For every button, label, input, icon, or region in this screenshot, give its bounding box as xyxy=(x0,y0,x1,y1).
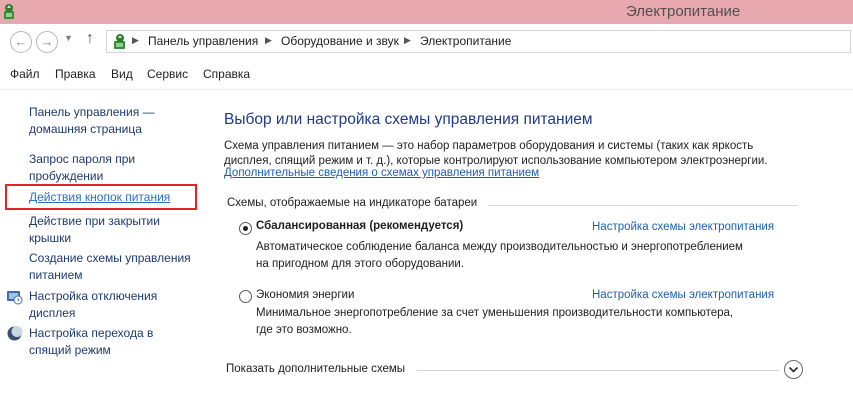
arrow-left-icon: ← xyxy=(14,34,28,49)
sidebar-item-display-off[interactable]: Настройка отключения дисплея xyxy=(29,288,157,322)
menu-view[interactable]: Вид xyxy=(111,67,133,81)
divider xyxy=(417,370,779,371)
expand-button[interactable] xyxy=(784,360,803,379)
chevron-right-icon[interactable]: ▶ xyxy=(132,35,139,46)
page-description: Схема управления питанием — это набор па… xyxy=(224,140,768,167)
menu-file[interactable]: Файл xyxy=(10,67,40,81)
plan-power-saver-label[interactable]: Экономия энергии xyxy=(256,289,354,301)
chevron-down-icon xyxy=(788,366,799,373)
sidebar-item-sleep[interactable]: Настройка перехода в спящий режим xyxy=(29,325,153,359)
back-button[interactable]: ← xyxy=(10,31,32,53)
arrow-right-icon: → xyxy=(40,34,54,49)
up-button[interactable]: ↑ xyxy=(86,30,94,48)
plan-power-saver-settings-link[interactable]: Настройка схемы электропитания xyxy=(592,289,774,301)
plan-power-saver-description: Минимальное энергопотребление за счет ум… xyxy=(256,307,734,336)
chevron-right-icon[interactable]: ▶ xyxy=(404,35,411,46)
forward-button[interactable]: → xyxy=(36,31,58,53)
title-bar: Электропитание xyxy=(0,0,853,24)
show-additional-plans-label[interactable]: Показать дополнительные схемы xyxy=(226,363,405,375)
power-options-app-icon[interactable] xyxy=(1,3,17,20)
breadcrumb-hardware-and-sound[interactable]: Оборудование и звук xyxy=(281,34,399,48)
divider xyxy=(488,205,798,206)
page-title: Выбор или настройка схемы управления пит… xyxy=(224,111,593,128)
breadcrumb-control-panel[interactable]: Панель управления xyxy=(148,34,258,48)
plan-balanced-label[interactable]: Сбалансированная (рекомендуется) xyxy=(256,220,463,232)
sidebar-item-control-panel-home[interactable]: Панель управления — домашняя страница xyxy=(29,104,155,138)
control-panel-icon xyxy=(114,34,125,49)
chevron-right-icon[interactable]: ▶ xyxy=(265,35,272,46)
navigation-bar: ← → ▼ ↑ ▶ Панель управления ▶ Оборудован… xyxy=(0,24,853,58)
plans-group-label: Схемы, отображаемые на индикаторе батаре… xyxy=(227,197,478,209)
menu-bar: Файл Правка Вид Сервис Справка xyxy=(0,58,853,90)
address-bar[interactable]: ▶ Панель управления ▶ Оборудование и зву… xyxy=(106,30,851,53)
recent-locations-dropdown[interactable]: ▼ xyxy=(64,33,73,43)
menu-tools[interactable]: Сервис xyxy=(147,67,188,81)
sidebar-item-create-plan[interactable]: Создание схемы управления питанием xyxy=(29,250,191,284)
menu-help[interactable]: Справка xyxy=(203,67,250,81)
more-info-link[interactable]: Дополнительные сведения о схемах управле… xyxy=(224,167,539,179)
window-title: Электропитание xyxy=(626,3,741,20)
plan-power-saver-radio[interactable] xyxy=(239,290,252,303)
radio-selected-dot xyxy=(243,226,248,231)
plan-balanced-radio[interactable] xyxy=(239,222,252,235)
sidebar: Панель управления — домашняя страница За… xyxy=(0,91,210,408)
menu-edit[interactable]: Правка xyxy=(55,67,96,81)
breadcrumb-power-options[interactable]: Электропитание xyxy=(420,34,511,48)
moon-sleep-icon xyxy=(7,326,23,341)
display-clock-icon xyxy=(7,291,23,305)
sidebar-item-require-password[interactable]: Запрос пароля при пробуждении xyxy=(29,151,135,185)
sidebar-item-lid-close[interactable]: Действие при закрытии крышки xyxy=(29,213,160,247)
plan-balanced-settings-link[interactable]: Настройка схемы электропитания xyxy=(592,221,774,233)
plan-balanced-description: Автоматическое соблюдение баланса между … xyxy=(256,241,743,270)
sidebar-item-power-buttons[interactable]: Действия кнопок питания xyxy=(29,189,170,206)
